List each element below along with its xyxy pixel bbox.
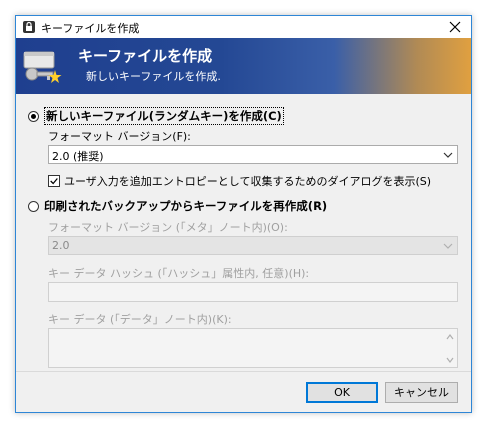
key-data-textarea[interactable]: [48, 328, 458, 368]
dialog-window: キーファイルを作成 キーファイルを作成 新しいキーファイルを作成. 新しいキーフ…: [15, 15, 472, 413]
radio-new-keyfile[interactable]: 新しいキーファイル(ランダムキー)を作成(C): [28, 107, 284, 125]
radio-new-label: 新しいキーファイル(ランダムキー)を作成(C): [44, 107, 284, 125]
chevron-down-icon: [443, 243, 453, 249]
title-bar[interactable]: キーファイルを作成: [16, 16, 471, 38]
key-icon: [23, 51, 62, 83]
radio-recreate-keyfile[interactable]: 印刷されたバックアップからキーファイルを再作成(R): [28, 198, 327, 214]
chevron-down-icon: [443, 152, 453, 158]
radio-recreate-label: 印刷されたバックアップからキーファイルを再作成(R): [44, 199, 328, 213]
format-version-value: 2.0 (推奨): [52, 150, 104, 163]
banner-title: キーファイルを作成: [78, 47, 213, 65]
entropy-checkbox-label: ユーザ入力を追加エントロピーとして収集するためのダイアログを表示(S): [64, 175, 432, 188]
key-data-label: キー データ (「データ」ノート内)(K):: [48, 313, 232, 326]
entropy-checkbox[interactable]: [48, 175, 60, 187]
format-version-label: フォーマット バージョン(F):: [48, 130, 191, 143]
header-banner: キーファイルを作成 新しいキーファイルを作成.: [16, 38, 471, 94]
ok-button[interactable]: OK: [306, 382, 378, 403]
radio-button-new[interactable]: [28, 110, 39, 122]
scroll-up-icon[interactable]: [446, 334, 454, 340]
banner-subtitle: 新しいキーファイルを作成.: [86, 70, 221, 83]
cancel-button[interactable]: キャンセル: [385, 382, 458, 403]
meta-format-label: フォーマット バージョン (「メタ」ノート内)(O):: [48, 221, 288, 234]
meta-format-select[interactable]: 2.0: [48, 236, 458, 255]
radio-button-recreate[interactable]: [28, 200, 39, 212]
scroll-down-icon[interactable]: [446, 357, 454, 363]
lock-app-icon: [23, 21, 35, 33]
hash-label: キー データ ハッシュ (「ハッシュ」属性内, 任意)(H):: [48, 267, 310, 280]
hash-input[interactable]: [48, 282, 458, 302]
meta-format-value: 2.0: [52, 239, 70, 252]
close-icon[interactable]: [447, 19, 463, 35]
checkmark-icon: [50, 178, 58, 185]
footer-separator: [16, 371, 471, 372]
window-title: キーファイルを作成: [41, 22, 140, 35]
entropy-checkbox-row[interactable]: ユーザ入力を追加エントロピーとして収集するためのダイアログを表示(S): [48, 173, 431, 189]
format-version-select[interactable]: 2.0 (推奨): [48, 145, 458, 164]
